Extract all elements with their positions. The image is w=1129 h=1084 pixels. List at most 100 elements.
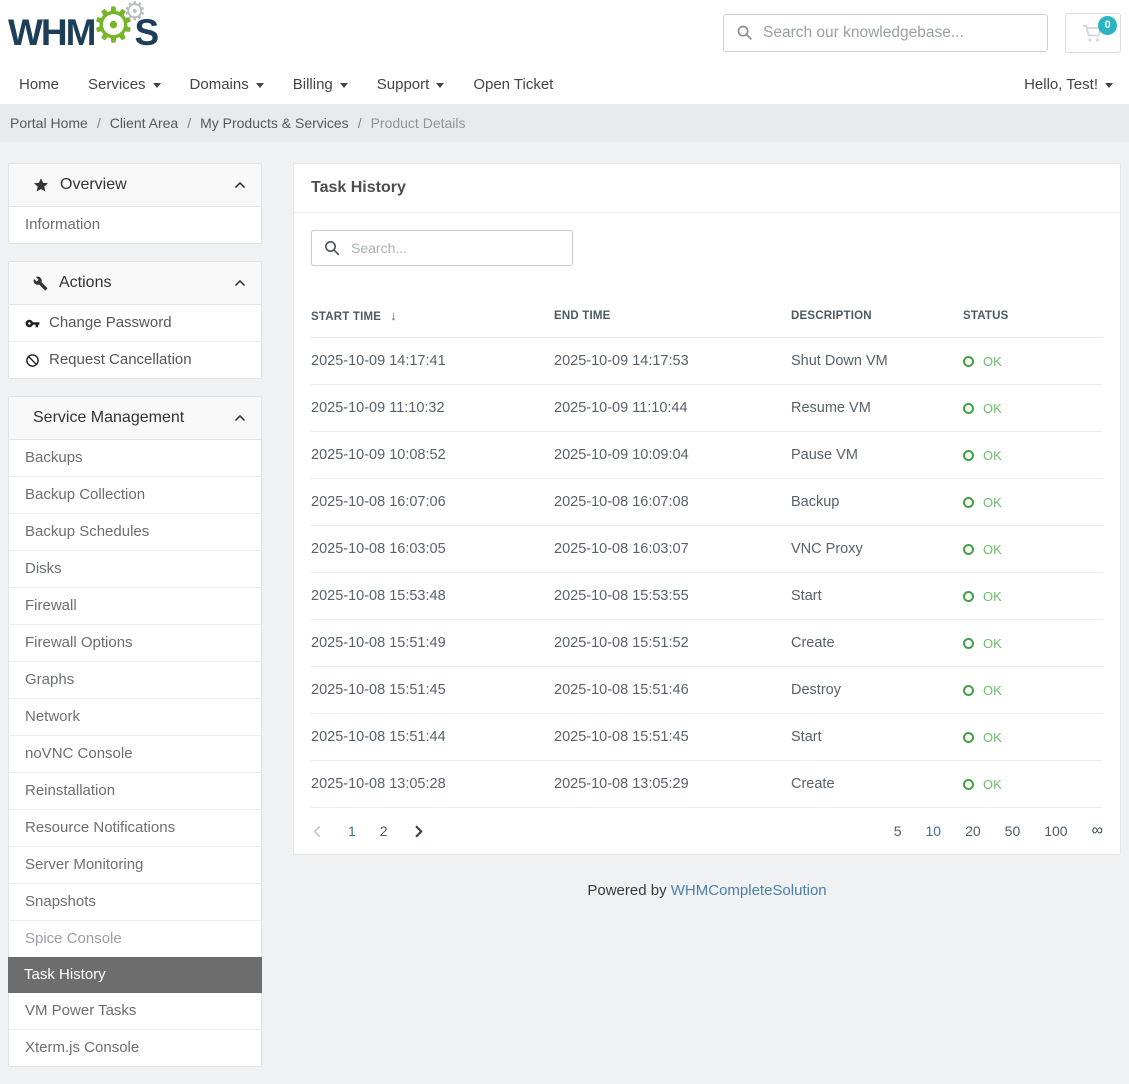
status-ok-icon: [963, 732, 974, 743]
column-header-status[interactable]: STATUS: [963, 296, 1103, 338]
sidebar-item-firewall[interactable]: Firewall: [9, 587, 261, 624]
service-management-panel-header[interactable]: Service Management: [9, 397, 261, 440]
sidebar-item-resource-notifications[interactable]: Resource Notifications: [9, 809, 261, 846]
page-size-all-infinity[interactable]: ∞: [1092, 823, 1103, 839]
page-size-50[interactable]: 50: [1005, 823, 1021, 839]
sidebar-item-spice-console[interactable]: Spice Console: [9, 920, 261, 957]
whmcompletesolution-link[interactable]: WHMCompleteSolution: [671, 882, 827, 899]
breadcrumb-separator: /: [97, 115, 101, 131]
nav-item-open-ticket[interactable]: Open Ticket: [473, 76, 553, 93]
status-ok-icon: [963, 638, 974, 649]
nav-item-billing[interactable]: Billing: [293, 76, 348, 93]
sidebar: Overview Information Actions: [8, 163, 262, 1084]
table-search-input[interactable]: [351, 240, 561, 256]
column-header-end-time[interactable]: END TIME: [554, 296, 791, 338]
cell-start-time: 2025-10-08 15:53:48: [311, 573, 554, 620]
sidebar-item-graphs[interactable]: Graphs: [9, 661, 261, 698]
cell-start-time: 2025-10-08 15:51:49: [311, 620, 554, 667]
sidebar-item-backup-schedules[interactable]: Backup Schedules: [9, 513, 261, 550]
status-ok-icon: [963, 779, 974, 790]
sidebar-item-snapshots[interactable]: Snapshots: [9, 883, 261, 920]
breadcrumb-portal-home[interactable]: Portal Home: [10, 115, 88, 131]
prev-page-icon[interactable]: [311, 824, 324, 839]
status-badge: OK: [983, 542, 1002, 557]
chevron-down-icon: [256, 83, 264, 88]
status-badge: OK: [983, 683, 1002, 698]
status-badge: OK: [983, 401, 1002, 416]
actions-panel-title: Actions: [59, 274, 111, 292]
task-history-table: START TIME↓ END TIME DESCRIPTION STATUS …: [311, 296, 1103, 808]
cell-description: Backup: [791, 479, 963, 526]
breadcrumb-client-area[interactable]: Client Area: [110, 115, 178, 131]
cell-start-time: 2025-10-08 13:05:28: [311, 761, 554, 808]
sidebar-item-novnc-console[interactable]: noVNC Console: [9, 735, 261, 772]
knowledgebase-search: [723, 14, 1048, 52]
task-history-panel: Task History START TIME↓ END: [293, 163, 1121, 855]
sidebar-item-disks[interactable]: Disks: [9, 550, 261, 587]
chevron-up-icon: [233, 411, 247, 425]
sidebar-item-xtermjs-console[interactable]: Xterm.js Console: [9, 1029, 261, 1066]
overview-panel-header[interactable]: Overview: [9, 164, 261, 207]
sidebar-item-backups[interactable]: Backups: [9, 440, 261, 476]
cell-status: OK: [963, 714, 1103, 761]
column-header-description[interactable]: DESCRIPTION: [791, 296, 963, 338]
status-badge: OK: [983, 495, 1002, 510]
table-row: 2025-10-08 15:51:44 2025-10-08 15:51:45 …: [311, 714, 1103, 761]
page-size-5[interactable]: 5: [894, 823, 902, 839]
sidebar-item-information[interactable]: Information: [9, 207, 261, 243]
whmcs-logo[interactable]: WHM ⚙ ⚙ S: [8, 8, 157, 58]
cell-description: Resume VM: [791, 385, 963, 432]
status-ok-icon: [963, 356, 974, 367]
sidebar-item-network[interactable]: Network: [9, 698, 261, 735]
nav-item-services[interactable]: Services: [88, 76, 161, 93]
page-size-20[interactable]: 20: [965, 823, 981, 839]
cell-end-time: 2025-10-08 13:05:29: [554, 761, 791, 808]
page-number-1[interactable]: 1: [348, 823, 356, 839]
overview-panel: Overview Information: [8, 163, 262, 244]
footer: Powered by WHMCompleteSolution: [293, 882, 1121, 899]
sidebar-item-task-history[interactable]: Task History: [8, 957, 262, 993]
page-size-10[interactable]: 10: [926, 823, 942, 839]
column-header-start-time[interactable]: START TIME↓: [311, 296, 554, 338]
content: Overview Information Actions: [0, 142, 1129, 1084]
main-nav: Home Services Domains Billing Support Op…: [0, 65, 1129, 104]
pagination: 1 2 5 10 20 50 100 ∞: [294, 808, 1120, 854]
pagination-pages: 1 2: [311, 823, 449, 839]
page-number-2[interactable]: 2: [380, 823, 388, 839]
nav-item-domains[interactable]: Domains: [190, 76, 264, 93]
actions-panel-header[interactable]: Actions: [9, 262, 261, 305]
breadcrumb-separator: /: [358, 115, 362, 131]
knowledgebase-search-input[interactable]: [763, 24, 1035, 42]
sidebar-item-change-password[interactable]: Change Password: [9, 305, 261, 341]
sidebar-item-reinstallation[interactable]: Reinstallation: [9, 772, 261, 809]
cart-button[interactable]: 0: [1065, 13, 1121, 53]
sidebar-item-server-monitoring[interactable]: Server Monitoring: [9, 846, 261, 883]
nav-item-home[interactable]: Home: [19, 76, 59, 93]
status-badge: OK: [983, 636, 1002, 651]
breadcrumb-my-products[interactable]: My Products & Services: [200, 115, 349, 131]
breadcrumb-separator: /: [187, 115, 191, 131]
sidebar-item-backup-collection[interactable]: Backup Collection: [9, 476, 261, 513]
nav-item-support[interactable]: Support: [377, 76, 445, 93]
table-row: 2025-10-09 11:10:32 2025-10-09 11:10:44 …: [311, 385, 1103, 432]
page-size-100[interactable]: 100: [1044, 823, 1067, 839]
overview-panel-title: Overview: [60, 176, 127, 194]
cell-start-time: 2025-10-09 10:08:52: [311, 432, 554, 479]
table-header-row: START TIME↓ END TIME DESCRIPTION STATUS: [311, 296, 1103, 338]
account-menu[interactable]: Hello, Test!: [1024, 76, 1113, 93]
status-badge: OK: [983, 730, 1002, 745]
sidebar-item-vm-power-tasks[interactable]: VM Power Tasks: [9, 993, 261, 1029]
table-row: 2025-10-08 15:53:48 2025-10-08 15:53:55 …: [311, 573, 1103, 620]
main-column: Task History START TIME↓ END: [293, 163, 1121, 929]
chevron-down-icon: [340, 83, 348, 88]
breadcrumb-product-details: Product Details: [371, 115, 466, 131]
sidebar-item-firewall-options[interactable]: Firewall Options: [9, 624, 261, 661]
cell-status: OK: [963, 667, 1103, 714]
sidebar-item-request-cancellation[interactable]: Request Cancellation: [9, 341, 261, 378]
powered-by-text: Powered by: [587, 882, 666, 899]
pagination-page-sizes: 5 10 20 50 100 ∞: [870, 823, 1103, 839]
cell-end-time: 2025-10-09 14:17:53: [554, 338, 791, 385]
cell-start-time: 2025-10-09 11:10:32: [311, 385, 554, 432]
next-page-icon[interactable]: [412, 824, 425, 839]
cell-description: Destroy: [791, 667, 963, 714]
